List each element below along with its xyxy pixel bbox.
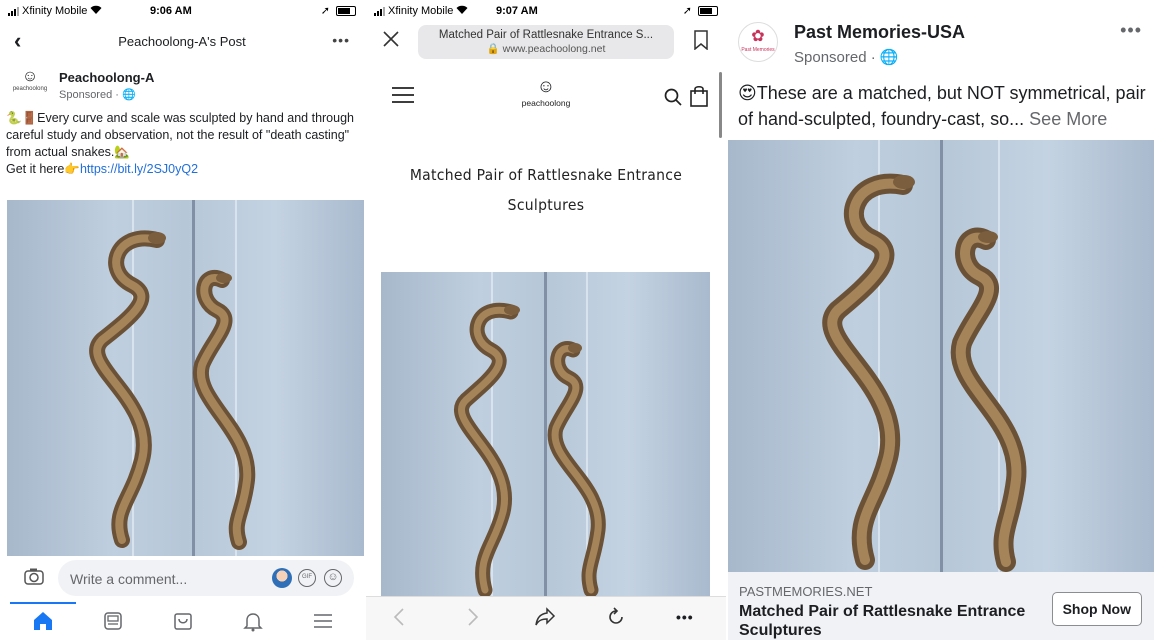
post-link[interactable]: https://bit.ly/2SJ0yQ2	[80, 162, 198, 176]
browser-bottom-bar: •••	[366, 596, 726, 640]
gif-icon[interactable]: GIF	[298, 569, 316, 587]
location-arrow-icon: ➚	[320, 5, 330, 17]
notifications-icon[interactable]	[220, 610, 286, 636]
location-arrow-icon: ➚	[682, 5, 692, 17]
avatar-sticker-icon[interactable]	[272, 568, 292, 588]
status-time: 9:07 AM	[496, 5, 538, 17]
camera-icon[interactable]	[24, 568, 44, 590]
battery-icon	[336, 6, 356, 16]
ad-header: ✿ Past Memories Past Memories-USA Sponso…	[728, 18, 1154, 68]
facebook-post-panel: Xfinity Mobile 9:06 AM ➚ ‹ Peachoolong-A…	[0, 0, 364, 640]
in-app-browser-panel: Xfinity Mobile 9:07 AM ➚ Matched Pair of…	[366, 0, 726, 640]
peachoolong-logo-icon: ☺	[21, 68, 39, 85]
product-photo[interactable]	[381, 272, 710, 596]
snake-handles-illustration	[454, 302, 606, 596]
url-bar[interactable]: Matched Pair of Rattlesnake Entrance S..…	[418, 25, 674, 59]
bottom-tab-bar	[0, 602, 364, 640]
post-text: 🐍🚪Every curve and scale was sculpted by …	[6, 110, 354, 178]
comment-bar: Write a comment... GIF ☺	[0, 558, 364, 598]
search-icon[interactable]	[664, 88, 682, 111]
product-title: Matched Pair of Rattlesnake Entrance Scu…	[409, 166, 683, 214]
post-page-title: Peachoolong-A's Post	[118, 34, 246, 49]
more-options-icon[interactable]: •••	[676, 609, 694, 625]
status-time: 9:06 AM	[150, 5, 192, 17]
shopping-bag-icon[interactable]	[690, 85, 708, 112]
share-icon[interactable]	[534, 607, 556, 632]
link-domain: PASTMEMORIES.NET	[739, 584, 873, 599]
link-headline: Matched Pair of Rattlesnake Entrance Scu…	[739, 603, 1026, 639]
wifi-icon	[456, 5, 468, 17]
page-name[interactable]: Past Memories-USA	[794, 22, 965, 43]
back-icon[interactable]	[392, 607, 406, 632]
forward-icon[interactable]	[466, 607, 480, 632]
news-icon[interactable]	[80, 610, 146, 636]
logo-wordmark: peachoolong	[12, 86, 48, 92]
see-more-link[interactable]: See More	[1029, 109, 1107, 129]
post-header: ☺ peachoolong Peachoolong-A Sponsored · …	[6, 68, 364, 108]
globe-icon: 🌐	[879, 49, 899, 66]
post-body: 🐍🚪Every curve and scale was sculpted by …	[6, 111, 354, 159]
flower-logo-icon: ✿	[751, 28, 765, 45]
scrollbar[interactable]	[719, 72, 722, 138]
post-photo[interactable]	[7, 200, 364, 556]
page-avatar[interactable]: ✿ Past Memories	[738, 22, 778, 62]
page-name[interactable]: Peachoolong-A	[59, 70, 154, 85]
snake-handles-illustration	[822, 173, 1027, 572]
ad-photo[interactable]	[728, 140, 1154, 572]
battery-icon	[698, 6, 718, 16]
lock-icon: 🔒	[486, 43, 500, 55]
reload-icon[interactable]	[606, 607, 626, 632]
marketplace-icon[interactable]	[150, 610, 216, 636]
globe-icon: 🌐	[121, 89, 136, 101]
home-icon[interactable]	[10, 610, 76, 636]
page-title: Matched Pair of Rattlesnake Entrance S..…	[438, 29, 654, 41]
signal-icon	[374, 6, 385, 16]
shop-now-button[interactable]: Shop Now	[1051, 592, 1142, 626]
carrier-name: Xfinity Mobile	[22, 5, 88, 17]
ad-text: 😍These are a matched, but NOT symmetrica…	[738, 80, 1148, 132]
logo-wordmark: Past Memories	[741, 47, 775, 53]
bookmark-icon[interactable]	[694, 30, 708, 55]
past-memories-ad-panel: ✿ Past Memories Past Memories-USA Sponso…	[728, 0, 1154, 640]
status-bar: Xfinity Mobile 9:07 AM ➚	[366, 0, 726, 22]
post-nav-bar: ‹ Peachoolong-A's Post •••	[0, 26, 364, 58]
sponsored-label: Sponsored · 🌐	[59, 89, 136, 101]
more-options-icon[interactable]: •••	[332, 32, 350, 48]
carrier-name: Xfinity Mobile	[388, 5, 454, 17]
more-options-icon[interactable]: •••	[1120, 20, 1142, 41]
emoji-icon[interactable]: ☺	[324, 569, 342, 587]
wifi-icon	[90, 5, 102, 17]
close-icon[interactable]	[382, 30, 400, 53]
link-preview[interactable]: PASTMEMORIES.NET Matched Pair of Rattles…	[728, 572, 1154, 640]
signal-icon	[8, 6, 19, 16]
comment-input[interactable]: Write a comment... GIF ☺	[58, 560, 354, 596]
sponsored-label: Sponsored · 🌐	[794, 49, 899, 66]
status-bar: Xfinity Mobile 9:06 AM ➚	[0, 0, 364, 22]
post-cta-line: Get it here👉https://bit.ly/2SJ0yQ2	[6, 162, 199, 176]
menu-icon[interactable]	[290, 610, 356, 636]
site-header: ☺ peachoolong	[366, 74, 726, 124]
url-domain: www.peachoolong.net	[502, 43, 606, 55]
snake-handles-illustration	[89, 230, 256, 550]
active-tab-indicator	[10, 602, 76, 604]
browser-toolbar: Matched Pair of Rattlesnake Entrance S..…	[366, 22, 726, 66]
page-avatar[interactable]: ☺ peachoolong	[6, 68, 54, 102]
comment-placeholder: Write a comment...	[70, 571, 188, 587]
